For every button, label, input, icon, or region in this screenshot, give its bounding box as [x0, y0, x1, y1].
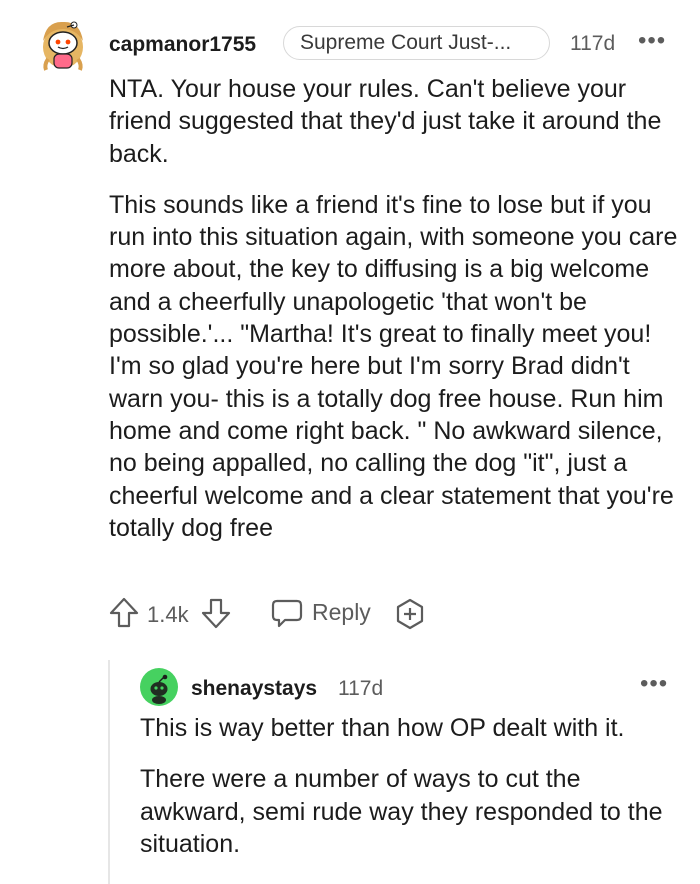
comment-actions: 1.4k Reply [109, 596, 439, 632]
reply-username[interactable]: shenaystays [191, 677, 317, 701]
upvote-arrow-icon[interactable] [109, 597, 139, 629]
reply-body: This is way better than how OP dealt wit… [140, 712, 670, 879]
downvote-arrow-icon[interactable] [201, 597, 231, 629]
comment-header: capmanor1755 Supreme Court Just-... 117d… [34, 15, 684, 71]
comment: capmanor1755 Supreme Court Just-... 117d… [34, 15, 684, 71]
add-award-icon[interactable] [394, 598, 426, 630]
username[interactable]: capmanor1755 [109, 33, 256, 57]
reply-paragraph: There were a number of ways to cut the a… [140, 765, 663, 858]
user-flair: Supreme Court Just-... [283, 26, 550, 60]
vote-score: 1.4k [147, 602, 189, 627]
comment-age: 117d [570, 32, 616, 55]
reply-avatar[interactable] [140, 668, 178, 706]
comment-body: NTA. Your house your rules. Can't believ… [109, 73, 684, 563]
comment-paragraph: This sounds like a friend it's fine to l… [109, 190, 678, 542]
reply-age: 117d [338, 677, 384, 700]
more-horizontal-icon[interactable]: ••• [638, 27, 666, 55]
reply-paragraph: This is way better than how OP dealt wit… [140, 714, 625, 742]
comment-paragraph: NTA. Your house your rules. Can't believ… [109, 75, 662, 168]
reply-button[interactable]: Reply [312, 599, 371, 626]
more-horizontal-icon[interactable]: ••• [640, 670, 668, 698]
avatar[interactable] [34, 15, 92, 73]
speech-bubble-icon[interactable] [271, 598, 303, 628]
thread-line[interactable] [108, 660, 110, 884]
